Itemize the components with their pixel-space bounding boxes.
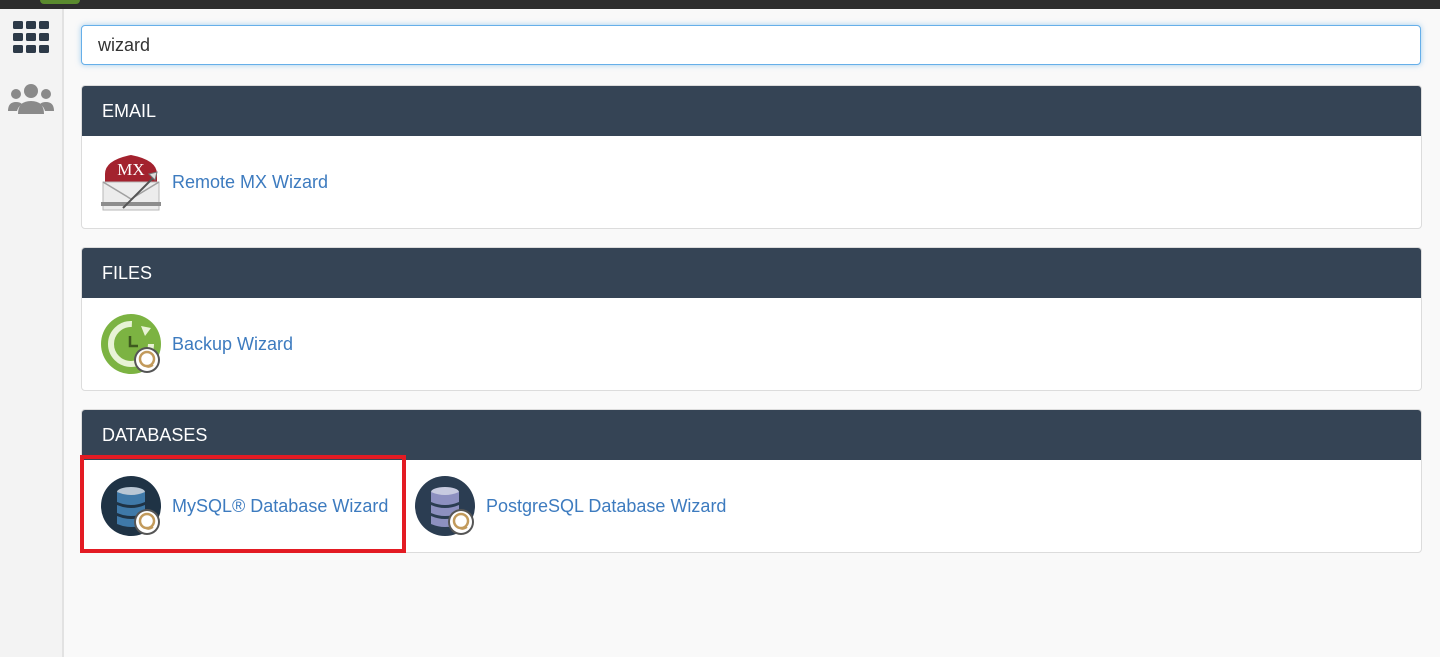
top-bar — [0, 0, 1440, 9]
item-label: Backup Wizard — [172, 333, 294, 354]
search-input[interactable] — [81, 25, 1421, 65]
section-email: EMAIL MX Remote MX Wizard — [81, 85, 1422, 229]
item-label: PostgreSQL Database Wizard — [486, 495, 727, 516]
backup-wizard-link[interactable]: Backup Wizard — [101, 298, 293, 390]
item-label: Remote MX Wizard — [172, 171, 329, 192]
svg-text:MX: MX — [117, 160, 144, 179]
users-icon — [8, 83, 54, 120]
item-label: MySQL® Database Wizard — [172, 495, 389, 516]
sidebar — [0, 9, 64, 657]
postgresql-database-wizard-link[interactable]: PostgreSQL Database Wizard — [415, 460, 726, 552]
section-title: DATABASES — [82, 410, 1421, 460]
grid-icon — [13, 20, 49, 58]
remote-mx-wizard-link[interactable]: MX Remote MX Wizard — [101, 136, 328, 228]
backup-clock-icon — [101, 314, 161, 374]
section-title: EMAIL — [82, 86, 1421, 136]
section-databases: DATABASES MySQL® Database Wizard Postgre… — [81, 409, 1422, 553]
sidebar-tools-button[interactable] — [0, 14, 62, 64]
logo-sliver — [40, 0, 80, 4]
mysql-database-icon — [101, 476, 161, 536]
mysql-database-wizard-link[interactable]: MySQL® Database Wizard — [101, 460, 388, 552]
mx-envelope-icon: MX — [101, 152, 161, 212]
main-content: EMAIL MX Remote MX Wizard — [64, 9, 1440, 657]
section-title: FILES — [82, 248, 1421, 298]
sidebar-users-button[interactable] — [0, 76, 62, 126]
section-files: FILES Backup Wizard — [81, 247, 1422, 391]
postgresql-database-icon — [415, 476, 475, 536]
